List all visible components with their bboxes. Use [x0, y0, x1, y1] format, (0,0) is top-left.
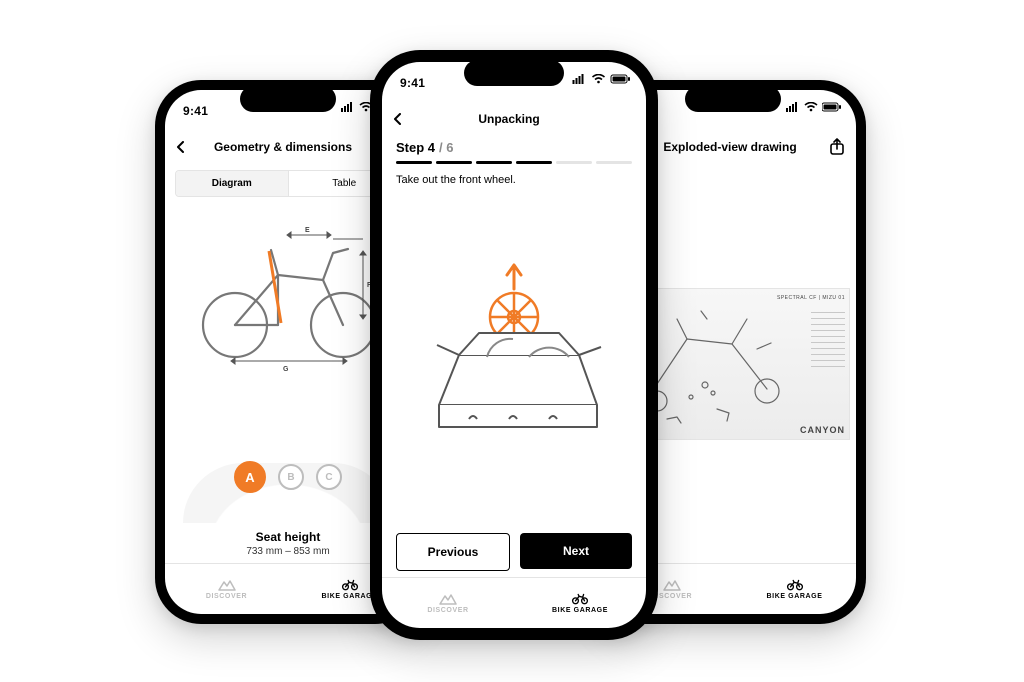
tab-garage-label: BIKE GARAGE: [552, 607, 608, 614]
signal-icon: [786, 102, 800, 112]
tab-discover[interactable]: DISCOVER: [382, 578, 514, 628]
status-icons: [572, 74, 632, 84]
page-title: Unpacking: [410, 112, 608, 126]
tab-bike-garage[interactable]: BIKE GARAGE: [514, 578, 646, 628]
tab-discover-label: DISCOVER: [427, 607, 468, 614]
back-icon[interactable]: [392, 113, 404, 125]
wifi-icon: [591, 74, 606, 84]
svg-text:G: G: [283, 366, 289, 373]
illustration-area: [382, 186, 646, 523]
share-icon[interactable]: [828, 138, 846, 156]
step-indicator: Step 4 / 6: [382, 136, 646, 155]
dimension-dots: A B C: [234, 461, 342, 493]
signal-icon: [572, 74, 587, 84]
bike-icon: [786, 579, 804, 591]
tab-bike-garage[interactable]: BIKE GARAGE: [733, 564, 856, 614]
tab-discover-label: DISCOVER: [206, 593, 247, 600]
step-total: / 6: [439, 140, 453, 155]
notch: [240, 86, 336, 112]
dot-c[interactable]: C: [316, 464, 342, 490]
progress-bar: [382, 155, 646, 164]
dot-b[interactable]: B: [278, 464, 304, 490]
tab-garage-label: BIKE GARAGE: [322, 593, 378, 600]
tab-garage-label: BIKE GARAGE: [767, 593, 823, 600]
header: Unpacking: [382, 102, 646, 136]
page-title: Exploded-view drawing: [638, 140, 822, 154]
dot-a[interactable]: A: [234, 461, 266, 493]
unpacking-illustration: [409, 255, 619, 455]
bike-icon: [571, 593, 589, 605]
instruction-text: Take out the front wheel.: [382, 164, 646, 186]
mountain-icon: [218, 579, 236, 591]
phone-unpacking: 9:41 Unpacking Step 4 / 6: [370, 50, 658, 640]
dynamic-island: [464, 60, 564, 86]
tab-discover[interactable]: DISCOVER: [165, 564, 288, 614]
parts-table: [811, 307, 845, 367]
wifi-icon: [804, 102, 818, 112]
brand-label: CANYON: [800, 425, 845, 435]
step-current: Step 4: [396, 140, 435, 155]
stage: 9:41 Geometry & dimensions Diagram Table: [0, 0, 1024, 682]
notch: [685, 86, 781, 112]
step-nav: Previous Next: [382, 523, 646, 577]
status-time: 9:41: [400, 76, 425, 90]
battery-icon: [610, 74, 632, 84]
screen-unpacking: 9:41 Unpacking Step 4 / 6: [382, 62, 646, 628]
page-title: Geometry & dimensions: [193, 140, 373, 154]
segment-diagram[interactable]: Diagram: [176, 171, 288, 196]
back-icon[interactable]: [175, 141, 187, 153]
svg-text:E: E: [305, 227, 310, 234]
mountain-icon: [439, 593, 457, 605]
battery-icon: [822, 102, 842, 112]
signal-icon: [341, 102, 355, 112]
bike-diagram: E F G: [183, 205, 393, 375]
previous-button[interactable]: Previous: [396, 533, 510, 571]
status-icons: [786, 102, 842, 112]
bike-icon: [341, 579, 359, 591]
model-label: SPECTRAL CF | MIZU 01: [777, 295, 845, 301]
status-time: 9:41: [183, 104, 208, 118]
tab-bar: DISCOVER BIKE GARAGE: [382, 577, 646, 628]
segmented-control: Diagram Table: [175, 170, 401, 197]
mountain-icon: [663, 579, 681, 591]
next-button[interactable]: Next: [520, 533, 632, 569]
